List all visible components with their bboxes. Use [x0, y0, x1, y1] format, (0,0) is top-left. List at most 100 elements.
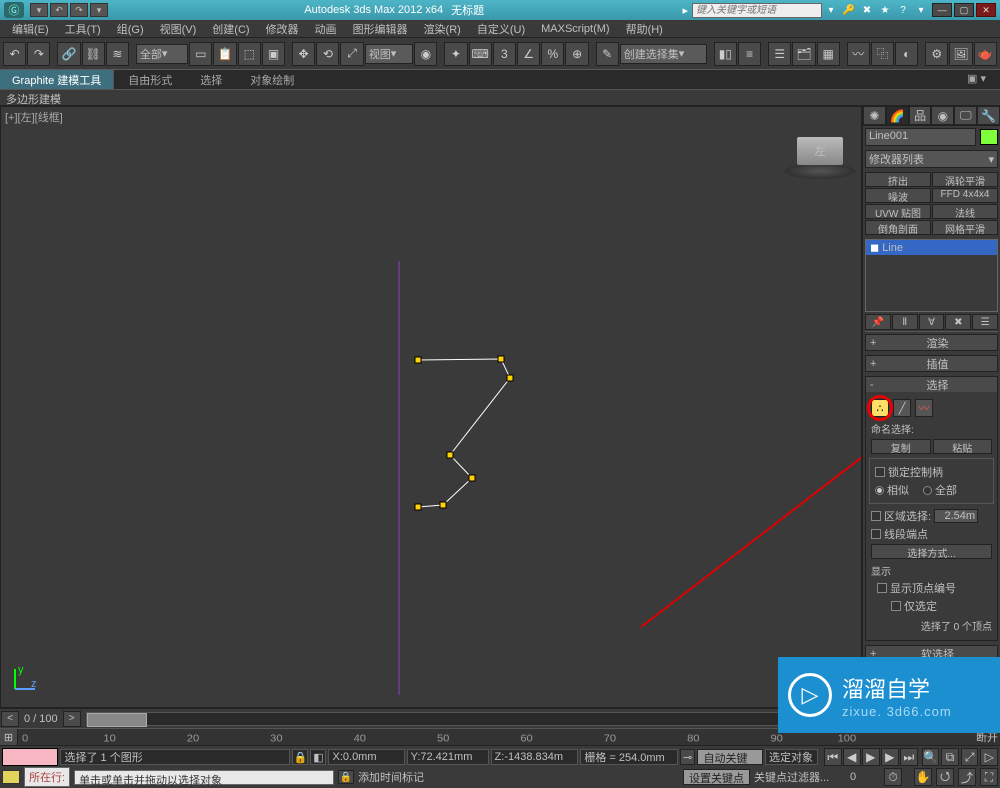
- macro-recorder-box[interactable]: [2, 748, 58, 766]
- show-vertex-numbers-checkbox[interactable]: [877, 583, 887, 593]
- app-menu-dropdown[interactable]: ▾: [30, 3, 48, 17]
- play-start-icon[interactable]: ⏮: [824, 748, 842, 766]
- auto-key-button[interactable]: 自动关键点: [697, 749, 763, 765]
- percent-snap-icon[interactable]: %: [541, 42, 564, 66]
- mod-btn-meshsmooth[interactable]: 网格平滑: [932, 220, 998, 235]
- add-time-tag[interactable]: 添加时间标记: [358, 769, 508, 785]
- exchange-icon[interactable]: ✖: [859, 3, 875, 17]
- play-icon[interactable]: ▶: [862, 748, 880, 766]
- object-color-swatch[interactable]: [980, 129, 998, 145]
- subobj-spline-icon[interactable]: 〰: [915, 399, 933, 417]
- isolate-icon[interactable]: ◧: [310, 749, 326, 765]
- subobj-segment-icon[interactable]: ╱: [893, 399, 911, 417]
- select-icon[interactable]: ▭: [189, 42, 212, 66]
- ribbon-panel-label[interactable]: 多边形建模: [0, 90, 1000, 106]
- ribbon-collapse-icon[interactable]: ▣ ▾: [953, 70, 1000, 89]
- app-icon[interactable]: Ⓖ: [4, 2, 24, 18]
- key-filters[interactable]: 关键点过滤器...: [754, 769, 846, 785]
- curve-editor-icon[interactable]: 〰: [847, 42, 870, 66]
- time-tag-lock-icon[interactable]: 🔒: [338, 770, 354, 784]
- infocenter-dropdown[interactable]: ▾: [823, 3, 839, 17]
- redo-icon[interactable]: ↷: [27, 42, 50, 66]
- nav-orbit-icon[interactable]: ⭯: [936, 768, 954, 786]
- trackbar-toggle-icon[interactable]: ⊞: [0, 729, 18, 745]
- help-search[interactable]: [692, 3, 822, 18]
- menu-create[interactable]: 创建(C): [204, 21, 257, 37]
- menu-animation[interactable]: 动画: [307, 21, 345, 37]
- undo-icon[interactable]: ↶: [3, 42, 26, 66]
- hierarchy-tab-icon[interactable]: 品: [909, 106, 932, 125]
- qat-undo[interactable]: ↶: [50, 3, 68, 17]
- schematic-view-icon[interactable]: ⿻: [871, 42, 894, 66]
- spinner-snap-icon[interactable]: ⊕: [565, 42, 588, 66]
- named-sel-sets[interactable]: 创建选择集 ▾: [620, 44, 707, 64]
- selection-lock-icon[interactable]: 🔒: [292, 749, 308, 765]
- mod-btn-bevelprofile[interactable]: 倒角剖面: [865, 220, 931, 235]
- pivot-center-icon[interactable]: ◉: [414, 42, 437, 66]
- nav-zoom-all-icon[interactable]: ⧉: [941, 748, 959, 766]
- mod-btn-ffd[interactable]: FFD 4x4x4: [932, 188, 998, 203]
- paste-button[interactable]: 粘贴: [933, 439, 993, 454]
- show-end-result-icon[interactable]: Ⅱ: [892, 314, 918, 330]
- ribbon-tab-graphite[interactable]: Graphite 建模工具: [0, 70, 114, 89]
- menu-rendering[interactable]: 渲染(R): [416, 21, 469, 37]
- angle-snap-icon[interactable]: ∠: [517, 42, 540, 66]
- segment-end-checkbox[interactable]: [871, 529, 881, 539]
- mod-btn-noise[interactable]: 噪波: [865, 188, 931, 203]
- utilities-tab-icon[interactable]: 🔧: [977, 106, 1000, 125]
- object-name-field[interactable]: Line001: [865, 128, 976, 146]
- modifier-list[interactable]: 修改器列表▾: [865, 150, 998, 168]
- nav-zoom-icon[interactable]: 🔍: [922, 748, 940, 766]
- snap-toggle-icon[interactable]: 3: [493, 42, 516, 66]
- manipulate-icon[interactable]: ✦: [444, 42, 467, 66]
- key-filter-dropdown[interactable]: 选定对象: [765, 749, 818, 765]
- current-frame-field[interactable]: 0: [850, 771, 880, 783]
- menu-grapheditors[interactable]: 图形编辑器: [345, 21, 416, 37]
- display-tab-icon[interactable]: 🖵: [954, 106, 977, 125]
- rendered-frame-icon[interactable]: 🖼: [949, 42, 972, 66]
- favorites-icon[interactable]: ★: [877, 3, 893, 17]
- viewport[interactable]: [+][左][线框] 左 y z: [0, 106, 862, 708]
- minimize-button[interactable]: —: [932, 3, 952, 17]
- window-crossing-icon[interactable]: ▣: [262, 42, 285, 66]
- link-icon[interactable]: 🔗: [57, 42, 80, 66]
- timeslider-prev[interactable]: <: [1, 711, 19, 727]
- nav-maxview-icon[interactable]: ⛶: [980, 768, 998, 786]
- listener-icon[interactable]: [2, 770, 20, 784]
- menu-modifiers[interactable]: 修改器: [258, 21, 307, 37]
- menu-view[interactable]: 视图(V): [152, 21, 205, 37]
- time-config-icon[interactable]: ⏱: [884, 768, 902, 786]
- modifier-stack[interactable]: ◼ Line: [865, 239, 998, 312]
- pin-stack-icon[interactable]: 📌: [865, 314, 891, 330]
- layer-manager-icon[interactable]: 🗂: [792, 42, 815, 66]
- render-icon[interactable]: 🫖: [974, 42, 997, 66]
- unlink-icon[interactable]: ⛓: [82, 42, 105, 66]
- create-tab-icon[interactable]: ✺: [863, 106, 886, 125]
- align-icon[interactable]: ≡: [738, 42, 761, 66]
- help-icon[interactable]: ?: [895, 3, 911, 17]
- rotate-icon[interactable]: ⟲: [316, 42, 339, 66]
- timeslider-next[interactable]: >: [63, 711, 81, 727]
- all-radio[interactable]: [923, 486, 932, 495]
- mirror-icon[interactable]: ▮▯: [714, 42, 737, 66]
- maximize-button[interactable]: ▢: [954, 3, 974, 17]
- area-select-spinner[interactable]: 2.54m: [934, 509, 978, 523]
- selected-only-checkbox[interactable]: [891, 601, 901, 611]
- layers-icon[interactable]: ☰: [768, 42, 791, 66]
- nav-zoom-ext-icon[interactable]: ⤢: [961, 748, 979, 766]
- close-button[interactable]: ✕: [976, 3, 996, 17]
- lock-handles-checkbox[interactable]: [875, 467, 885, 477]
- scale-icon[interactable]: ⤢: [340, 42, 363, 66]
- make-unique-icon[interactable]: ∀: [919, 314, 945, 330]
- select-by-button[interactable]: 选择方式...: [871, 544, 992, 559]
- mod-btn-uvw[interactable]: UVW 贴图: [865, 204, 931, 219]
- coord-x[interactable]: X:0.0mm: [328, 749, 404, 765]
- menu-edit[interactable]: 编辑(E): [4, 21, 57, 37]
- configure-sets-icon[interactable]: ☰: [972, 314, 998, 330]
- remove-modifier-icon[interactable]: ✖: [945, 314, 971, 330]
- mod-btn-extrude[interactable]: 挤出: [865, 172, 931, 187]
- render-setup-icon[interactable]: ⚙: [925, 42, 948, 66]
- area-select-checkbox[interactable]: [871, 511, 881, 521]
- keyboard-shortcut-icon[interactable]: ⌨: [469, 42, 492, 66]
- nav-pan-icon[interactable]: ✋: [914, 768, 932, 786]
